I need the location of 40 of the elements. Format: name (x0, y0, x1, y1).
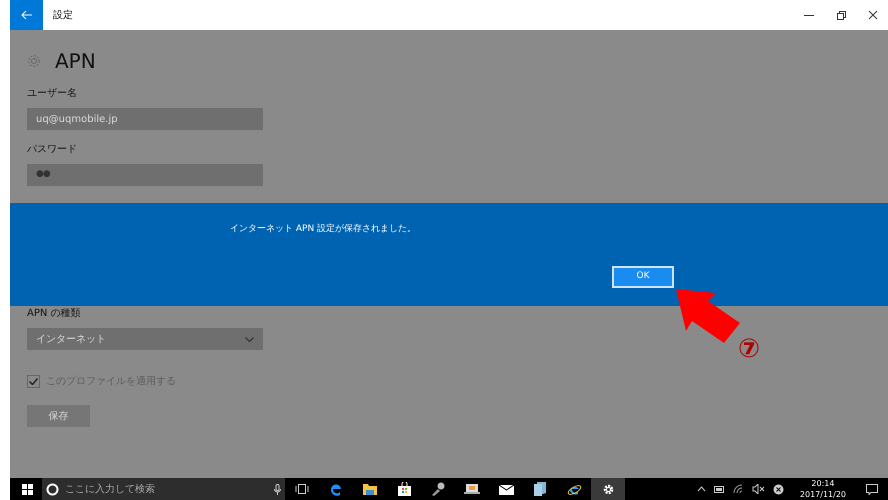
clock-date[interactable]: 2017/11/20 (800, 489, 846, 500)
close-button[interactable] (868, 10, 878, 20)
folder-icon[interactable] (363, 483, 377, 495)
checkbox[interactable] (27, 375, 40, 388)
cortana-circle-icon (46, 482, 59, 496)
settings-icon (27, 54, 41, 68)
clock-time[interactable]: 20:14 (811, 478, 834, 489)
chevron-up-icon[interactable] (696, 486, 706, 492)
field-label: パスワード (27, 143, 78, 157)
windows-start-icon[interactable] (22, 484, 33, 494)
error-circle-icon[interactable] (772, 484, 784, 494)
laptop-icon[interactable] (464, 483, 480, 495)
settings-icon (602, 482, 614, 496)
chevron-down-icon (245, 336, 254, 342)
battery-icon[interactable] (714, 486, 725, 492)
taskbar-search-field[interactable]: ここに入力して検索 (42, 478, 285, 500)
field-label: APN の種類 (27, 306, 82, 321)
microphone-icon[interactable] (274, 484, 281, 494)
edge-browser-icon[interactable] (329, 482, 343, 496)
ok-button[interactable]: OK (612, 266, 674, 288)
password-field[interactable]: ●● (27, 164, 263, 186)
action-center-icon[interactable] (866, 484, 878, 494)
back-arrow-icon (20, 10, 32, 20)
input-field[interactable]: uq@uqmobile.jp (27, 108, 263, 130)
back-button[interactable] (10, 0, 43, 30)
dialog-message: インターネット APN 設定が保存されました。 (230, 223, 416, 236)
settings-taskbar-button[interactable] (591, 478, 625, 500)
page-heading: APN (55, 48, 96, 75)
save-button[interactable]: 保存 (27, 405, 90, 427)
wifi-icon[interactable] (732, 484, 744, 494)
step-number: ⑦ (738, 336, 760, 362)
field-label: ユーザー名 (27, 87, 78, 101)
mail-icon[interactable] (498, 483, 514, 495)
volume-muted-icon[interactable] (752, 484, 765, 494)
task-view-icon[interactable] (295, 484, 309, 494)
store-bag-icon[interactable] (398, 482, 410, 496)
restore-button[interactable] (836, 10, 846, 20)
notepad-icon[interactable] (534, 482, 546, 496)
window-title: 設定 (53, 8, 73, 22)
dropdown-field[interactable]: インターネット (27, 328, 263, 350)
